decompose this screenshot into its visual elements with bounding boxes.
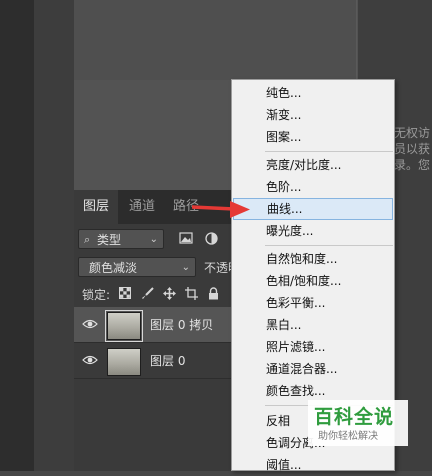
layer-name[interactable]: 图层 0 拷贝 — [150, 307, 213, 343]
menu-item-brightness-contrast[interactable]: 亮度/对比度... — [233, 154, 393, 176]
side-text-line3: 录。您 — [394, 158, 431, 172]
lock-transparent-icon[interactable] — [118, 287, 132, 301]
menu-item-threshold[interactable]: 阈值... — [233, 454, 393, 476]
menu-item-hue-saturation[interactable]: 色相/饱和度... — [233, 270, 393, 292]
filter-kind-value: 类型 — [97, 233, 122, 247]
eye-icon[interactable] — [82, 354, 98, 366]
menu-item-gradient[interactable]: 渐变... — [233, 104, 393, 126]
side-text-line2: 员以获 — [394, 142, 431, 156]
image-filter-icon[interactable] — [179, 232, 193, 246]
layer-thumbnail — [107, 348, 141, 376]
menu-item-solid-color[interactable]: 纯色... — [233, 82, 393, 104]
menu-item-pattern[interactable]: 图案... — [233, 126, 393, 148]
brush-icon[interactable] — [140, 287, 154, 301]
left-gutter — [0, 0, 34, 471]
menu-item-color-balance[interactable]: 色彩平衡... — [233, 292, 393, 314]
side-text-line1: 无权访 — [394, 126, 431, 140]
menu-separator — [265, 245, 393, 246]
menu-item-color-lookup[interactable]: 颜色查找... — [233, 380, 393, 402]
layer-thumbnail — [105, 310, 143, 342]
menu-item-channel-mixer[interactable]: 通道混合器... — [233, 358, 393, 380]
artboard-icon[interactable] — [184, 287, 198, 301]
watermark-title: 百科全说 — [314, 406, 395, 428]
menu-item-curves[interactable]: 曲线... — [233, 198, 393, 220]
menu-item-exposure[interactable]: 曝光度... — [233, 220, 393, 242]
lock-icon[interactable] — [206, 287, 220, 301]
layer-name[interactable]: 图层 0 — [150, 343, 185, 379]
watermark-subtitle: 助你轻松解决 — [318, 431, 378, 442]
menu-item-vibrance[interactable]: 自然饱和度... — [233, 248, 393, 270]
menu-item-photo-filter[interactable]: 照片滤镜... — [233, 336, 393, 358]
move-icon[interactable] — [162, 287, 176, 301]
tool-strip — [34, 0, 74, 471]
adjustment-filter-icon[interactable] — [204, 232, 218, 246]
tab-channels[interactable]: 通道 — [120, 190, 164, 224]
tab-layers[interactable]: 图层 — [74, 190, 119, 224]
chevron-down-icon: ⌄ — [181, 262, 190, 273]
filter-kind-dropdown[interactable]: ⌕ 类型 ⌄ — [78, 229, 164, 249]
blend-mode-value: 颜色减淡 — [89, 261, 138, 275]
chevron-down-icon: ⌄ — [149, 234, 158, 245]
menu-item-levels[interactable]: 色阶... — [233, 176, 393, 198]
menu-separator — [265, 151, 393, 152]
canvas-document[interactable] — [74, 0, 357, 80]
red-arrow-icon — [192, 201, 250, 218]
search-icon: ⌕ — [84, 233, 91, 246]
menu-item-black-white[interactable]: 黑白... — [233, 314, 393, 336]
blend-mode-dropdown[interactable]: 颜色减淡 ⌄ — [78, 257, 196, 277]
lock-label: 锁定: — [82, 288, 111, 302]
watermark-logo: 百科全说 助你轻松解决 — [308, 400, 408, 446]
eye-icon[interactable] — [82, 318, 98, 330]
